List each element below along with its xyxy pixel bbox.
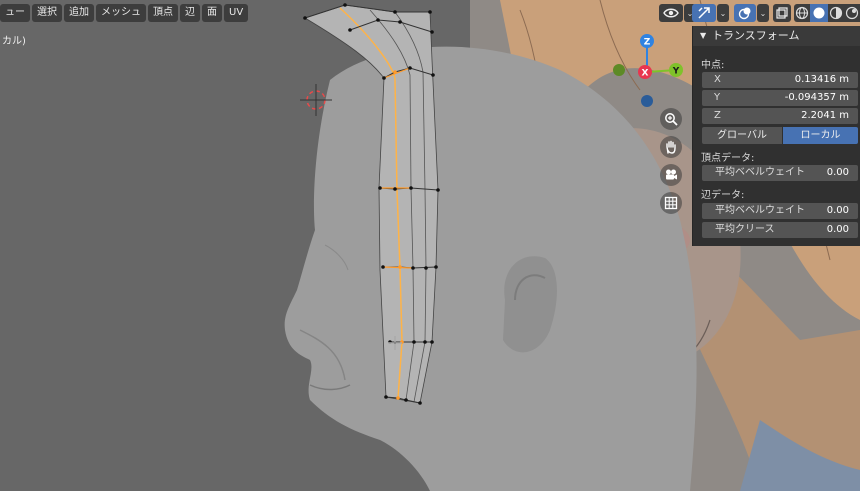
edge-crease-label: 平均クリース <box>715 224 775 235</box>
median-x-value: 0.13416 m <box>794 74 849 85</box>
local-toggle-button[interactable]: ローカル <box>783 127 858 144</box>
median-label: 中点: <box>701 60 725 71</box>
median-y-label: Y <box>714 92 721 103</box>
vertex-data-label: 頂点データ: <box>701 153 755 164</box>
viewport-mode-label: カル) <box>2 36 26 47</box>
gizmo-dropdown[interactable]: ⌄ <box>717 4 729 22</box>
global-toggle-button[interactable]: グローバル <box>702 127 782 144</box>
uv-menu[interactable]: UV <box>224 4 249 22</box>
xray-icon <box>776 7 788 19</box>
vertex-bevel-weight-label: 平均ベベルウェイト <box>715 167 805 178</box>
median-z-field[interactable]: Z 2.2041 m <box>702 108 858 124</box>
gizmo-toggle-button[interactable] <box>692 4 716 22</box>
overlay-dropdown[interactable]: ⌄ <box>757 4 769 22</box>
overlay-icon <box>738 7 751 20</box>
view-menu[interactable]: ュー <box>0 4 30 22</box>
grid-icon <box>664 196 678 210</box>
camera-view-button[interactable] <box>660 164 682 186</box>
chevron-down-icon: ⌄ <box>759 8 767 18</box>
editor-menu-bar: ュー 選択 追加 メッシュ 頂点 辺 面 UV <box>0 4 249 22</box>
navigation-gizmo[interactable]: Z Y X <box>607 32 687 112</box>
eye-icon <box>663 8 679 18</box>
edge-bevel-weight-label: 平均ベベルウェイト <box>715 205 805 216</box>
sidebar-transform-panel: ▼ トランスフォーム 中点: X 0.13416 m Y -0.094357 m… <box>692 26 860 246</box>
camera-icon <box>666 169 677 180</box>
edge-menu[interactable]: 辺 <box>180 4 200 22</box>
median-z-value: 2.2041 m <box>801 110 849 121</box>
material-shading-icon[interactable] <box>829 6 843 20</box>
chevron-down-icon: ⌄ <box>719 8 727 18</box>
zoom-button[interactable] <box>660 108 682 130</box>
gizmo-z-label: Z <box>644 38 651 48</box>
face-menu[interactable]: 面 <box>202 4 222 22</box>
gizmo-toggle-icon <box>698 7 710 19</box>
edge-bevel-weight-field[interactable]: 平均ベベルウェイト 0.00 <box>702 203 858 219</box>
panel-collapse-icon: ▼ <box>700 31 707 40</box>
gizmo-y-label: Y <box>672 67 680 77</box>
3d-viewport[interactable]: ュー 選択 追加 メッシュ 頂点 辺 面 UV カル) ⌄ ⌄ ⌄ Z Y X … <box>0 0 860 491</box>
select-menu[interactable]: 選択 <box>32 4 62 22</box>
solid-shading-icon <box>813 7 825 19</box>
vertex-menu[interactable]: 頂点 <box>148 4 178 22</box>
median-x-label: X <box>714 74 721 85</box>
zoom-icon <box>665 113 678 126</box>
shading-mode-group <box>794 4 860 22</box>
overlay-toggle-button[interactable] <box>734 4 756 22</box>
solid-shading-button[interactable] <box>810 4 828 22</box>
gizmo-x-label: X <box>642 69 649 79</box>
edge-data-label: 辺データ: <box>701 190 745 201</box>
edge-crease-value: 0.00 <box>826 224 849 235</box>
orthographic-toggle-button[interactable] <box>660 192 682 214</box>
pan-button[interactable] <box>660 136 682 158</box>
median-y-value: -0.094357 m <box>784 92 849 103</box>
edge-crease-field[interactable]: 平均クリース 0.00 <box>702 222 858 238</box>
median-y-field[interactable]: Y -0.094357 m <box>702 90 858 106</box>
wireframe-shading-icon[interactable] <box>795 6 809 20</box>
transform-panel-header[interactable]: ▼ トランスフォーム <box>693 26 860 46</box>
vertex-bevel-weight-value: 0.00 <box>826 167 849 178</box>
hand-pan-icon <box>666 140 676 154</box>
median-x-field[interactable]: X 0.13416 m <box>702 72 858 88</box>
transform-panel-title: トランスフォーム <box>712 29 800 42</box>
rendered-shading-icon[interactable] <box>845 6 859 20</box>
vertex-bevel-weight-field[interactable]: 平均ベベルウェイト 0.00 <box>702 165 858 181</box>
edge-bevel-weight-value: 0.00 <box>826 205 849 216</box>
median-z-label: Z <box>714 110 721 121</box>
add-menu[interactable]: 追加 <box>64 4 94 22</box>
visibility-button[interactable] <box>659 4 683 22</box>
mesh-menu[interactable]: メッシュ <box>96 4 146 22</box>
xray-toggle-button[interactable] <box>773 4 791 22</box>
